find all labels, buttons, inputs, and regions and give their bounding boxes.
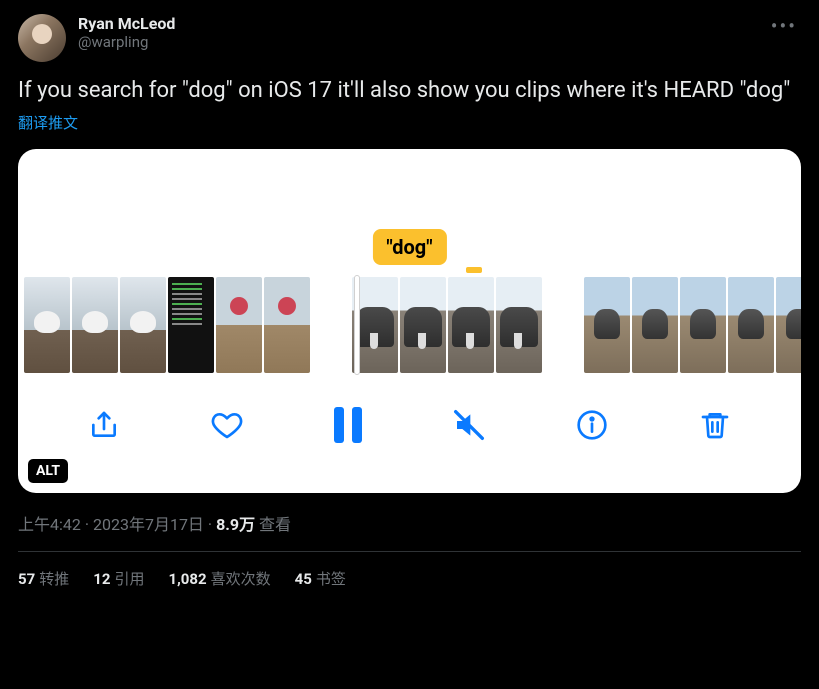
translate-link[interactable]: 翻译推文 xyxy=(18,112,801,133)
timeline-frame xyxy=(400,277,446,373)
quotes-stat[interactable]: 12引用 xyxy=(93,568,144,589)
views-count: 8.9万 xyxy=(216,515,255,534)
clip-group-3 xyxy=(584,277,801,373)
video-timeline[interactable] xyxy=(18,277,801,373)
media-toolbar xyxy=(18,393,801,457)
timeline-frame xyxy=(728,277,774,373)
heart-icon[interactable] xyxy=(211,409,243,441)
tweet-stats: 57转推 12引用 1,082 喜欢次数 45书签 xyxy=(18,552,801,605)
timeline-frame xyxy=(448,277,494,373)
tweet-date[interactable]: 2023年7月17日 xyxy=(93,515,204,534)
tweet-header: Ryan McLeod @warpling ••• xyxy=(18,14,801,62)
timeline-frame xyxy=(264,277,310,373)
retweets-count: 57 xyxy=(18,570,35,588)
retweets-label: 转推 xyxy=(39,570,69,588)
share-icon[interactable] xyxy=(88,409,120,441)
timeline-frame xyxy=(584,277,630,373)
mute-icon[interactable] xyxy=(453,409,485,441)
playhead[interactable] xyxy=(354,275,360,375)
bookmarks-label: 书签 xyxy=(316,570,346,588)
likes-count: 1,082 xyxy=(168,570,206,588)
timeline-frame xyxy=(632,277,678,373)
likes-label: 喜欢次数 xyxy=(211,570,271,588)
timeline-frame xyxy=(72,277,118,373)
more-button[interactable]: ••• xyxy=(767,14,801,38)
pause-icon[interactable] xyxy=(334,407,362,443)
tweet-container: Ryan McLeod @warpling ••• If you search … xyxy=(0,0,819,605)
trash-icon[interactable] xyxy=(699,409,731,441)
clip-group-1 xyxy=(24,277,310,373)
timeline-frame xyxy=(776,277,801,373)
retweets-stat[interactable]: 57转推 xyxy=(18,568,69,589)
info-icon[interactable] xyxy=(576,409,608,441)
timeline-frame xyxy=(120,277,166,373)
timeline-frame xyxy=(24,277,70,373)
timeline-frame xyxy=(680,277,726,373)
timeline-frame xyxy=(168,277,214,373)
tweet-meta: 上午4:42 · 2023年7月17日 · 8.9万 查看 xyxy=(18,511,801,552)
tweet-time[interactable]: 上午4:42 xyxy=(18,515,81,534)
clip-group-2 xyxy=(352,277,542,373)
views-label: 查看 xyxy=(259,515,291,534)
display-name: Ryan McLeod xyxy=(78,14,767,33)
tweet-text: If you search for "dog" on iOS 17 it'll … xyxy=(18,76,801,106)
likes-stat[interactable]: 1,082 喜欢次数 xyxy=(168,568,270,589)
search-term-marker xyxy=(466,267,482,273)
author-names[interactable]: Ryan McLeod @warpling xyxy=(78,14,767,51)
media-card[interactable]: "dog" xyxy=(18,149,801,493)
bookmarks-count: 45 xyxy=(295,570,312,588)
quotes-label: 引用 xyxy=(114,570,144,588)
timeline-frame xyxy=(216,277,262,373)
alt-badge[interactable]: ALT xyxy=(28,459,68,483)
avatar[interactable] xyxy=(18,14,66,62)
timeline-frame xyxy=(496,277,542,373)
quotes-count: 12 xyxy=(93,570,110,588)
handle: @warpling xyxy=(78,33,767,51)
search-term-label: "dog" xyxy=(372,229,446,265)
bookmarks-stat[interactable]: 45书签 xyxy=(295,568,346,589)
